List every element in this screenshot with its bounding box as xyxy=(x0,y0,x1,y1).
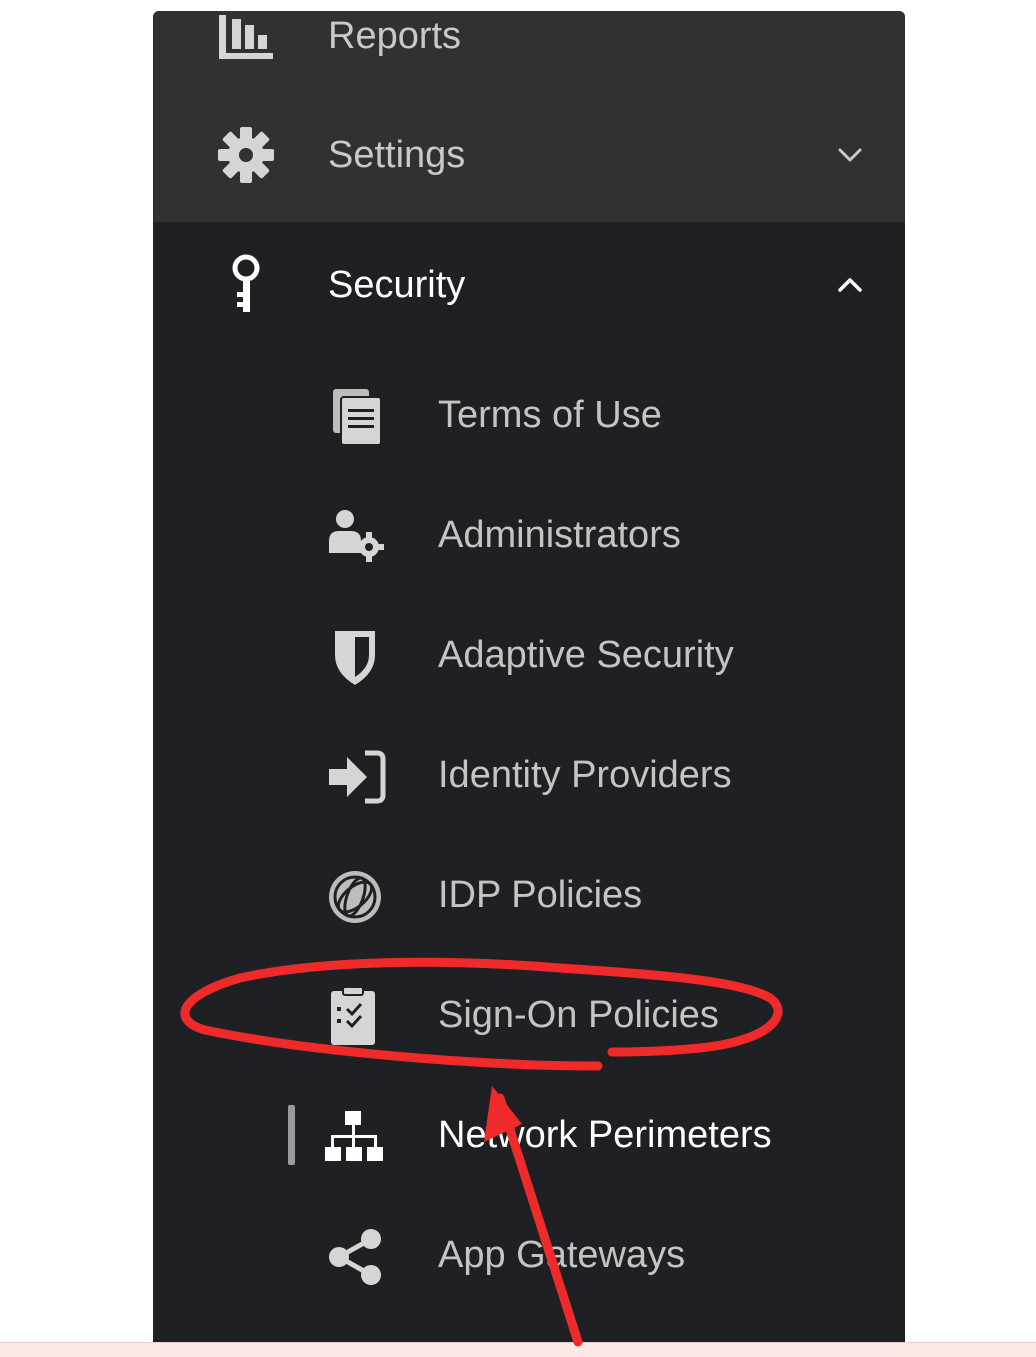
active-indicator xyxy=(288,1105,295,1165)
sidebar-item-app-gateways[interactable]: App Gateways xyxy=(153,1195,905,1315)
chevron-up-icon[interactable] xyxy=(833,268,867,302)
sidebar-item-security[interactable]: Security xyxy=(153,230,905,340)
sidebar-item-label: Administrators xyxy=(438,514,681,556)
sidebar-item-label: App Gateways xyxy=(438,1234,686,1276)
sidebar-item-label: Security xyxy=(328,264,466,306)
documents-icon xyxy=(325,385,389,449)
user-gear-icon xyxy=(325,505,389,569)
sidebar-item-network-perimeters[interactable]: Network Perimeters xyxy=(153,1075,905,1195)
settings-group: Reports Settings xyxy=(153,11,905,222)
share-icon xyxy=(325,1225,389,1289)
sidebar-item-label: Sign-On Policies xyxy=(438,994,719,1036)
sidebar-item-label: Identity Providers xyxy=(438,754,732,796)
chevron-down-icon[interactable] xyxy=(833,138,867,172)
shield-icon xyxy=(325,625,389,689)
sidebar-item-label: Settings xyxy=(328,134,466,176)
sidebar-item-label: Network Perimeters xyxy=(438,1114,772,1156)
sidebar-item-label: Reports xyxy=(328,15,462,57)
page-footer-strip xyxy=(0,1342,1036,1357)
sidebar-item-idp-policies[interactable]: IDP Policies xyxy=(153,835,905,955)
sidebar-item-label: IDP Policies xyxy=(438,874,643,916)
network-icon xyxy=(325,1105,389,1169)
sidebar-item-identity-providers[interactable]: Identity Providers xyxy=(153,715,905,835)
sidebar-item-sign-on-policies[interactable]: Sign-On Policies xyxy=(153,955,905,1075)
globe-icon xyxy=(325,865,389,929)
gear-icon xyxy=(215,124,277,186)
sidebar-item-administrators[interactable]: Administrators xyxy=(153,475,905,595)
sidebar-item-label: Terms of Use xyxy=(438,394,662,436)
sidebar-item-terms-of-use[interactable]: Terms of Use xyxy=(153,355,905,475)
sidebar-item-adaptive-security[interactable]: Adaptive Security xyxy=(153,595,905,715)
sign-in-icon xyxy=(325,745,389,809)
sidebar-item-reports[interactable]: Reports xyxy=(153,11,905,91)
sidebar-item-label: Adaptive Security xyxy=(438,634,734,676)
key-icon xyxy=(215,254,277,316)
sidebar-nav: Reports Settings Security Terms of Use A… xyxy=(153,11,905,1342)
sidebar-item-settings[interactable]: Settings xyxy=(153,100,905,210)
clipboard-check-icon xyxy=(325,985,389,1049)
bar-chart-icon xyxy=(215,11,277,67)
